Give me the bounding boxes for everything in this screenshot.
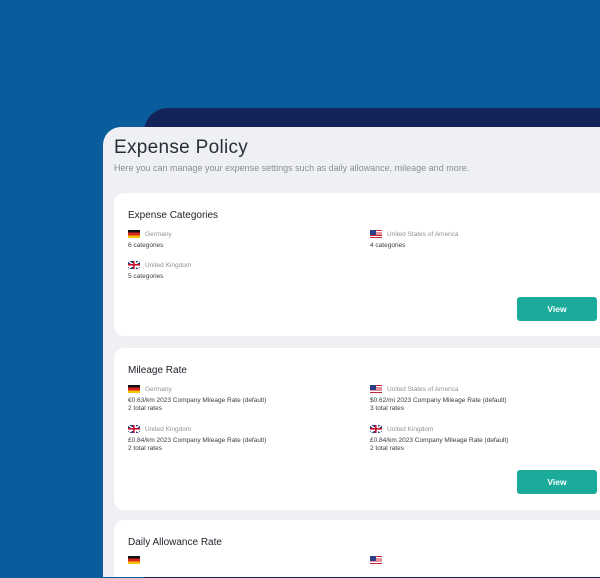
germany-flag-icon (128, 556, 140, 564)
mileage-rate: $0.62/mi 2023 Company Mileage Rate (defa… (370, 397, 507, 404)
country-name: United States of America (387, 230, 459, 238)
view-categories-button[interactable]: View (517, 297, 597, 321)
uk-flag-icon (128, 425, 140, 433)
mileage-entry-uk: United Kingdom £0.84/km 2023 Company Mil… (128, 424, 266, 452)
mileage-rate: €0.63/km 2023 Company Mileage Rate (defa… (128, 397, 267, 404)
expense-policy-panel: Expense Policy Here you can manage your … (103, 127, 600, 577)
mileage-entry-uk-2: United Kingdom £0.84/km 2023 Company Mil… (370, 424, 508, 452)
mileage-entry-germany: Germany €0.63/km 2023 Company Mileage Ra… (128, 384, 266, 412)
uk-flag-icon (128, 261, 140, 269)
mileage-rate: £0.84/km 2023 Company Mileage Rate (defa… (128, 437, 267, 444)
uk-flag-icon (370, 425, 382, 433)
usa-flag-icon (370, 385, 382, 393)
mileage-rate: £0.84/km 2023 Company Mileage Rate (defa… (370, 437, 509, 444)
country-name: United Kingdom (145, 425, 192, 433)
country-name: United Kingdom (145, 261, 192, 269)
category-entry-germany: Germany 6 categories (128, 229, 172, 249)
total-rates: 2 total rates (128, 445, 162, 452)
total-rates: 2 total rates (128, 405, 162, 412)
mileage-rate-card: Mileage Rate Germany €0.63/km 2023 Compa… (114, 348, 600, 510)
daily-allowance-card: Daily Allowance Rate (114, 520, 600, 577)
country-name: United Kingdom (387, 425, 434, 433)
total-rates: 2 total rates (370, 445, 404, 452)
expense-categories-card: Expense Categories Germany 6 categories … (114, 193, 600, 336)
country-name: United States of America (387, 385, 459, 393)
category-entry-uk: United Kingdom 5 categories (128, 260, 191, 280)
card-title: Expense Categories (128, 210, 219, 221)
page-subtitle: Here you can manage your expense setting… (114, 163, 470, 173)
page-title: Expense Policy (114, 137, 249, 158)
country-name: Germany (145, 385, 172, 393)
category-entry-usa: United States of America 4 categories (370, 229, 459, 249)
view-mileage-button[interactable]: View (517, 470, 597, 494)
usa-flag-icon (370, 556, 382, 564)
total-rates: 3 total rates (370, 405, 404, 412)
category-count: 6 categories (128, 242, 164, 249)
germany-flag-icon (128, 230, 140, 238)
germany-flag-icon (128, 385, 140, 393)
country-name: Germany (145, 230, 172, 238)
category-count: 4 categories (370, 242, 406, 249)
mileage-entry-usa: United States of America $0.62/mi 2023 C… (370, 384, 507, 412)
card-title: Daily Allowance Rate (128, 537, 222, 548)
usa-flag-icon (370, 230, 382, 238)
card-title: Mileage Rate (128, 365, 187, 376)
category-count: 5 categories (128, 273, 164, 280)
